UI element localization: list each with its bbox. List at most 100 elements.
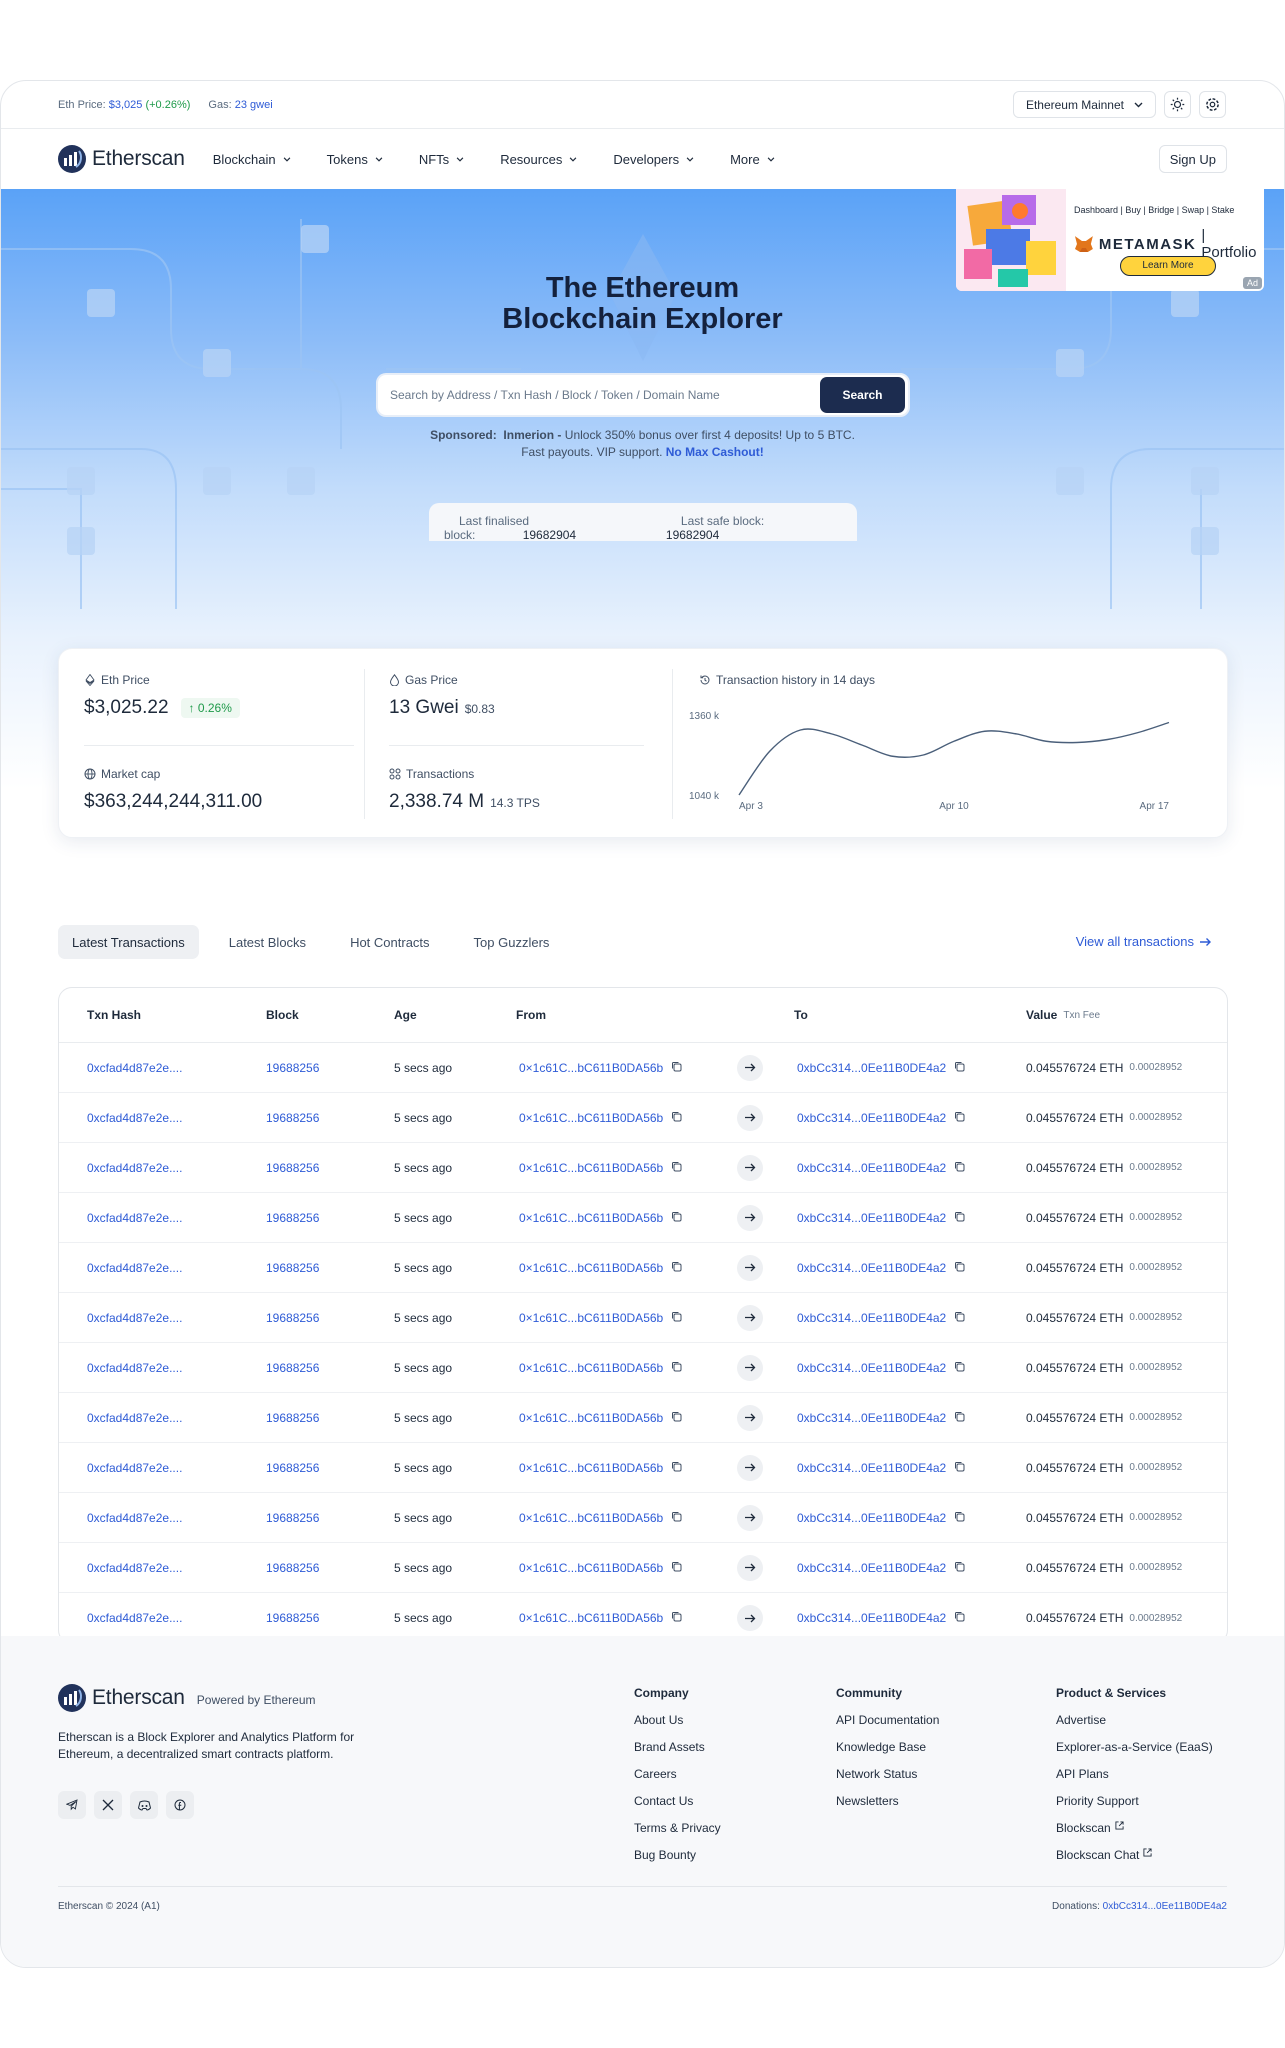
copy-from-button[interactable]	[671, 1361, 682, 1375]
metamask-ad-banner[interactable]: Dashboard | Buy | Bridge | Swap | Stake …	[956, 189, 1264, 291]
copy-from-button[interactable]	[671, 1261, 682, 1275]
block-link[interactable]: 19688256	[266, 1193, 319, 1242]
footer-link[interactable]: Careers	[634, 1767, 721, 1794]
theme-toggle-button[interactable]	[1164, 91, 1191, 118]
copy-icon[interactable]	[671, 1611, 682, 1622]
tx-history-chart[interactable]: 1360 k 1040 k Apr 3 Apr 10 Apr 17	[689, 697, 1209, 817]
gas-value[interactable]: 23 gwei	[235, 99, 273, 111]
txn-hash-link[interactable]: 0xcfad4d87e2e....	[87, 1343, 182, 1392]
block-link[interactable]: 19688256	[266, 1543, 319, 1592]
to-address-link[interactable]: 0xbCc314...0Ee11B0DE4a2	[797, 1061, 946, 1075]
copy-icon[interactable]	[671, 1411, 682, 1422]
copy-from-button[interactable]	[671, 1511, 682, 1525]
copy-to-button[interactable]	[954, 1161, 965, 1175]
footer-link[interactable]: Knowledge Base	[836, 1740, 939, 1767]
copy-icon[interactable]	[671, 1261, 682, 1272]
txn-hash-link[interactable]: 0xcfad4d87e2e....	[87, 1493, 182, 1542]
to-address-link[interactable]: 0xbCc314...0Ee11B0DE4a2	[797, 1561, 946, 1575]
block-link[interactable]: 19688256	[266, 1243, 319, 1292]
copy-icon[interactable]	[954, 1411, 965, 1422]
copy-icon[interactable]	[954, 1611, 965, 1622]
nav-developers[interactable]: Developers	[613, 152, 694, 167]
sponsor-link[interactable]: No Max Cashout!	[666, 445, 764, 459]
tab-top-guzzlers[interactable]: Top Guzzlers	[460, 925, 564, 959]
txn-hash-link[interactable]: 0xcfad4d87e2e....	[87, 1443, 182, 1492]
view-all-transactions-link[interactable]: View all transactions	[1076, 934, 1212, 949]
discord-link[interactable]	[130, 1791, 158, 1819]
copy-from-button[interactable]	[671, 1561, 682, 1575]
copy-icon[interactable]	[954, 1161, 965, 1172]
copy-icon[interactable]	[671, 1111, 682, 1122]
from-address-link[interactable]: 0×1c61C...bC611B0DA56b	[519, 1061, 663, 1075]
copy-icon[interactable]	[954, 1511, 965, 1522]
to-address-link[interactable]: 0xbCc314...0Ee11B0DE4a2	[797, 1411, 946, 1425]
copy-to-button[interactable]	[954, 1561, 965, 1575]
search-button[interactable]: Search	[820, 377, 905, 413]
block-link[interactable]: 19688256	[266, 1493, 319, 1542]
facebook-link[interactable]	[166, 1791, 194, 1819]
from-address-link[interactable]: 0×1c61C...bC611B0DA56b	[519, 1111, 663, 1125]
footer-link[interactable]: Explorer-as-a-Service (EaaS)	[1056, 1740, 1213, 1767]
copy-icon[interactable]	[954, 1211, 965, 1222]
txn-hash-link[interactable]: 0xcfad4d87e2e....	[87, 1093, 182, 1142]
copy-from-button[interactable]	[671, 1211, 682, 1225]
txn-hash-link[interactable]: 0xcfad4d87e2e....	[87, 1393, 182, 1442]
from-address-link[interactable]: 0×1c61C...bC611B0DA56b	[519, 1261, 663, 1275]
to-address-link[interactable]: 0xbCc314...0Ee11B0DE4a2	[797, 1361, 946, 1375]
tab-latest-blocks[interactable]: Latest Blocks	[215, 925, 320, 959]
copy-from-button[interactable]	[671, 1311, 682, 1325]
footer-link[interactable]: Blockscan Chat	[1056, 1848, 1213, 1875]
footer-logo[interactable]: Etherscan Powered by Ethereum	[58, 1684, 316, 1712]
network-select[interactable]: Ethereum Mainnet	[1012, 91, 1156, 118]
txn-hash-link[interactable]: 0xcfad4d87e2e....	[87, 1143, 182, 1192]
to-address-link[interactable]: 0xbCc314...0Ee11B0DE4a2	[797, 1111, 946, 1125]
nav-tokens[interactable]: Tokens	[327, 152, 383, 167]
copy-from-button[interactable]	[671, 1061, 682, 1075]
footer-link[interactable]: Brand Assets	[634, 1740, 721, 1767]
copy-to-button[interactable]	[954, 1311, 965, 1325]
copy-icon[interactable]	[671, 1061, 682, 1072]
to-address-link[interactable]: 0xbCc314...0Ee11B0DE4a2	[797, 1311, 946, 1325]
copy-icon[interactable]	[954, 1361, 965, 1372]
from-address-link[interactable]: 0×1c61C...bC611B0DA56b	[519, 1161, 663, 1175]
nav-nfts[interactable]: NFTs	[419, 152, 464, 167]
from-address-link[interactable]: 0×1c61C...bC611B0DA56b	[519, 1311, 663, 1325]
copy-to-button[interactable]	[954, 1511, 965, 1525]
txn-hash-link[interactable]: 0xcfad4d87e2e....	[87, 1193, 182, 1242]
sign-up-button[interactable]: Sign Up	[1158, 145, 1227, 173]
to-address-link[interactable]: 0xbCc314...0Ee11B0DE4a2	[797, 1461, 946, 1475]
to-address-link[interactable]: 0xbCc314...0Ee11B0DE4a2	[797, 1611, 946, 1625]
footer-link[interactable]: Network Status	[836, 1767, 939, 1794]
x-link[interactable]	[94, 1791, 122, 1819]
copy-to-button[interactable]	[954, 1361, 965, 1375]
txn-hash-link[interactable]: 0xcfad4d87e2e....	[87, 1293, 182, 1342]
copy-icon[interactable]	[671, 1311, 682, 1322]
copy-to-button[interactable]	[954, 1261, 965, 1275]
copy-to-button[interactable]	[954, 1211, 965, 1225]
copy-icon[interactable]	[954, 1061, 965, 1072]
block-link[interactable]: 19688256	[266, 1143, 319, 1192]
copy-icon[interactable]	[671, 1561, 682, 1572]
from-address-link[interactable]: 0×1c61C...bC611B0DA56b	[519, 1461, 663, 1475]
from-address-link[interactable]: 0×1c61C...bC611B0DA56b	[519, 1511, 663, 1525]
block-link[interactable]: 19688256	[266, 1393, 319, 1442]
copy-from-button[interactable]	[671, 1111, 682, 1125]
etherscan-logo[interactable]: Etherscan	[58, 145, 185, 173]
tab-latest-transactions[interactable]: Latest Transactions	[58, 925, 199, 959]
to-address-link[interactable]: 0xbCc314...0Ee11B0DE4a2	[797, 1211, 946, 1225]
sponsor-name[interactable]: Inmerion -	[503, 428, 561, 442]
footer-link[interactable]: About Us	[634, 1713, 721, 1740]
finalised-value[interactable]: 19682904	[523, 528, 576, 542]
block-link[interactable]: 19688256	[266, 1093, 319, 1142]
eth-price-value[interactable]: $3,025	[109, 99, 143, 111]
footer-link[interactable]: Blockscan	[1056, 1821, 1213, 1848]
to-address-link[interactable]: 0xbCc314...0Ee11B0DE4a2	[797, 1511, 946, 1525]
copy-from-button[interactable]	[671, 1611, 682, 1625]
copy-icon[interactable]	[671, 1361, 682, 1372]
footer-link[interactable]: API Plans	[1056, 1767, 1213, 1794]
block-link[interactable]: 19688256	[266, 1293, 319, 1342]
txn-hash-link[interactable]: 0xcfad4d87e2e....	[87, 1243, 182, 1292]
ad-learn-more-button[interactable]: Learn More	[1120, 256, 1216, 276]
copy-icon[interactable]	[671, 1161, 682, 1172]
telegram-link[interactable]	[58, 1791, 86, 1819]
